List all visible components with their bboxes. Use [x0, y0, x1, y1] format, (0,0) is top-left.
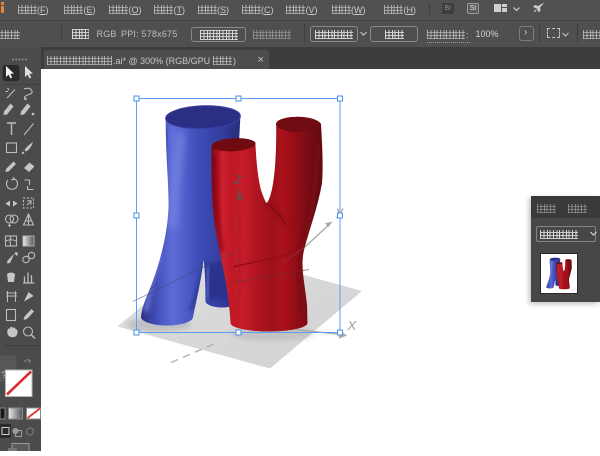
svg-text:Z: Z: [233, 173, 242, 187]
svg-text:X: X: [347, 318, 358, 333]
